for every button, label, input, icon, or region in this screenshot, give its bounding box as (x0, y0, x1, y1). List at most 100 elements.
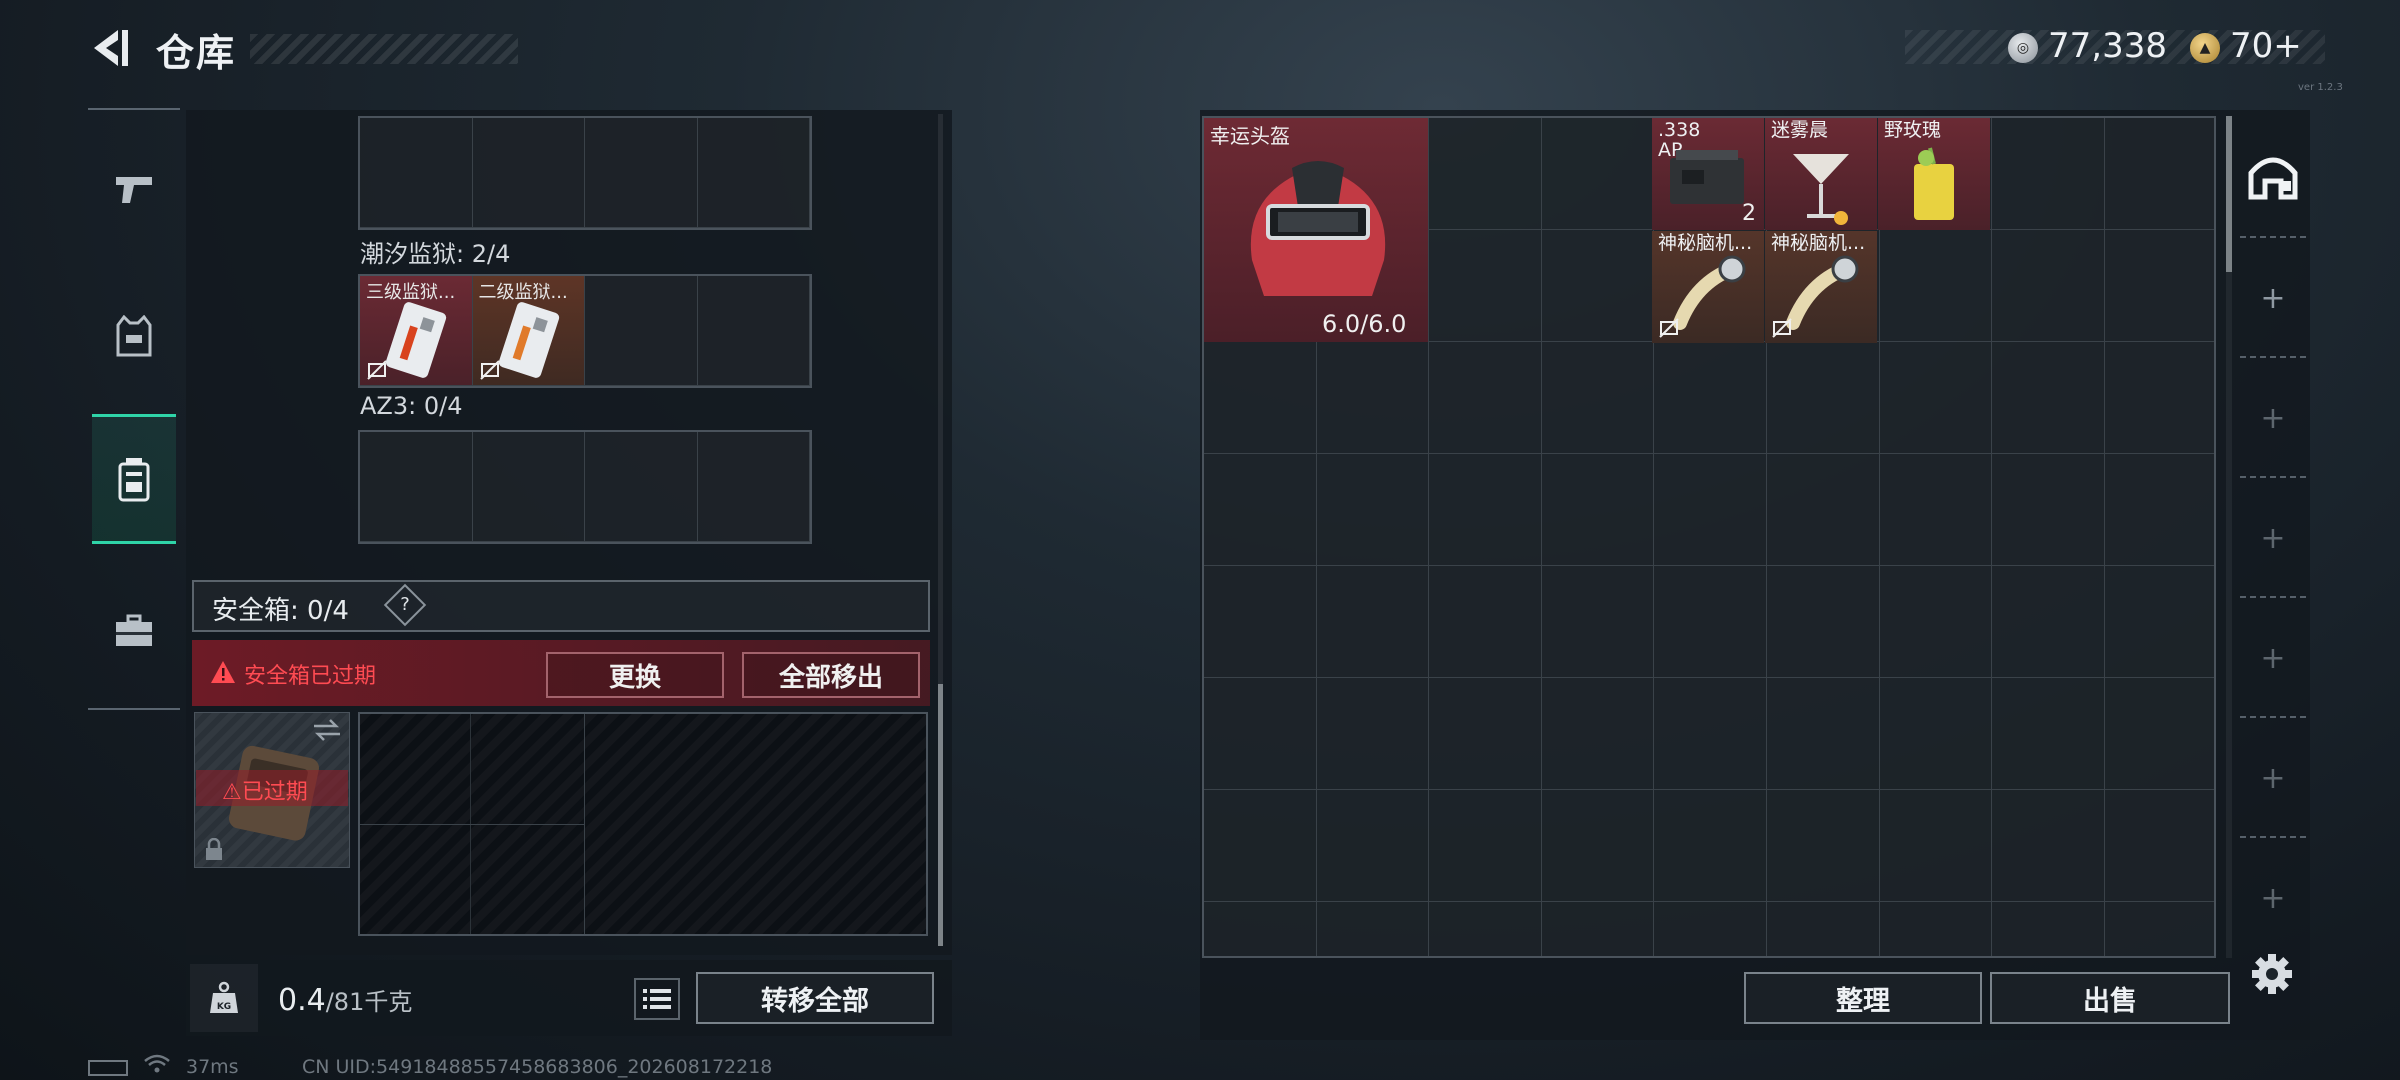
grid-slot[interactable] (1542, 902, 1655, 956)
grid-slot[interactable] (1204, 342, 1317, 454)
grid-slot[interactable] (1541, 342, 1655, 454)
grid-slot[interactable] (1992, 902, 2105, 956)
grid-slot[interactable] (1429, 454, 1542, 566)
grid-slot[interactable] (360, 432, 473, 542)
grid-slot[interactable] (1541, 566, 1655, 678)
grid-slot[interactable] (1316, 678, 1430, 790)
grid-slot[interactable] (1541, 230, 1655, 342)
stash-tab-add-2[interactable]: + (2236, 358, 2310, 478)
item-338-ap-ammo[interactable]: .338 AP 2 (1652, 118, 1764, 230)
right-scrollbar-thumb[interactable] (2226, 116, 2232, 272)
grid-slot[interactable] (1992, 454, 2105, 566)
grid-slot[interactable] (585, 118, 698, 228)
swap-icon[interactable] (312, 718, 342, 742)
item-keycard-level2[interactable]: 二级监狱... (472, 276, 585, 386)
sell-button[interactable]: 出售 (1990, 972, 2230, 1024)
grid-slot[interactable] (585, 276, 698, 386)
grid-slot[interactable] (2104, 118, 2214, 230)
grid-slot[interactable] (1992, 118, 2105, 230)
grid-slot[interactable] (1316, 342, 1430, 454)
grid-slot[interactable] (1541, 790, 1655, 902)
grid-slot[interactable] (1766, 566, 1880, 678)
grid-slot[interactable] (1766, 678, 1880, 790)
grid-slot[interactable] (1316, 566, 1430, 678)
grid-slot[interactable] (1204, 678, 1317, 790)
item-mystery-brain-chip-1[interactable]: 神秘脑机... (1652, 231, 1764, 343)
grid-slot[interactable] (585, 432, 698, 542)
nav-toolbox[interactable] (92, 566, 176, 696)
grid-slot[interactable] (1766, 342, 1880, 454)
grid-slot[interactable] (1317, 902, 1430, 956)
grid-slot[interactable] (2104, 678, 2214, 790)
grid-slot[interactable] (1204, 790, 1317, 902)
nav-armor[interactable] (92, 272, 176, 402)
grid-slot[interactable] (1316, 454, 1430, 566)
grid-slot[interactable] (1879, 454, 1993, 566)
back-arrow-icon[interactable] (88, 26, 132, 70)
grid-slot[interactable] (1879, 790, 1993, 902)
grid-slot[interactable] (1654, 790, 1767, 902)
stash-tab-add-3[interactable]: + (2236, 478, 2310, 598)
grid-slot[interactable] (472, 118, 585, 228)
item-mist-morning[interactable]: 迷雾晨 (1765, 118, 1877, 230)
grid-slot[interactable] (1767, 902, 1880, 956)
grid-slot[interactable] (2104, 230, 2214, 342)
grid-slot[interactable] (2104, 566, 2214, 678)
grid-slot[interactable] (1992, 678, 2105, 790)
grid-slot[interactable] (1541, 454, 1655, 566)
grid-slot[interactable] (1316, 790, 1430, 902)
grid-slot[interactable] (697, 432, 810, 542)
grid-slot[interactable] (1654, 454, 1767, 566)
item-wild-rose[interactable]: 野玫瑰 (1878, 118, 1990, 230)
replace-button[interactable]: 更换 (546, 652, 724, 698)
gear-icon[interactable] (2250, 952, 2294, 996)
grid-slot[interactable] (1429, 118, 1542, 230)
grid-slot[interactable] (1879, 566, 1993, 678)
grid-slot[interactable] (1992, 790, 2105, 902)
nav-weapons[interactable] (92, 124, 176, 254)
move-all-out-button[interactable]: 全部移出 (742, 652, 920, 698)
grid-slot[interactable] (472, 432, 585, 542)
gold-currency-amount[interactable]: 70+ (2230, 26, 2302, 66)
grid-slot[interactable] (1429, 566, 1542, 678)
stash-tab-add-5[interactable]: + (2236, 718, 2310, 838)
grid-slot[interactable] (1992, 230, 2105, 342)
grid-slot[interactable] (1654, 678, 1767, 790)
stash-tab-add-1[interactable]: + (2236, 238, 2310, 358)
grid-slot[interactable] (1541, 118, 1655, 230)
grid-slot[interactable] (1541, 678, 1655, 790)
grid-slot[interactable] (1880, 902, 1993, 956)
list-view-button[interactable] (634, 978, 680, 1020)
grid-slot[interactable] (1654, 342, 1767, 454)
item-keycard-level3[interactable]: 三级监狱... (360, 276, 473, 386)
grid-slot[interactable] (1992, 342, 2105, 454)
grid-slot[interactable] (2104, 342, 2214, 454)
grid-slot[interactable] (1429, 342, 1542, 454)
grid-slot[interactable] (1204, 566, 1317, 678)
grid-slot[interactable] (1879, 678, 1993, 790)
grid-slot[interactable] (2104, 454, 2214, 566)
grid-slot[interactable] (1429, 902, 1542, 956)
grid-slot[interactable] (697, 276, 810, 386)
grid-slot[interactable] (1879, 342, 1993, 454)
grid-slot[interactable] (1766, 790, 1880, 902)
nav-backpack[interactable] (92, 414, 176, 544)
grid-slot[interactable] (1654, 902, 1767, 956)
grid-slot[interactable] (2105, 902, 2214, 956)
stash-tab-add-6[interactable]: + (2236, 838, 2310, 958)
grid-slot[interactable] (1654, 566, 1767, 678)
transfer-all-button[interactable]: 转移全部 (696, 972, 934, 1024)
grid-slot[interactable] (1429, 790, 1542, 902)
grid-slot[interactable] (1766, 454, 1880, 566)
grid-slot[interactable] (2104, 790, 2214, 902)
grid-slot[interactable] (1429, 678, 1542, 790)
stash-tab-home[interactable] (2236, 116, 2310, 236)
left-scrollbar-thumb[interactable] (938, 684, 943, 946)
sort-button[interactable]: 整理 (1744, 972, 1982, 1024)
grid-slot[interactable] (1879, 230, 1993, 342)
grid-slot[interactable] (1429, 230, 1542, 342)
grid-slot[interactable] (1992, 566, 2105, 678)
grid-slot[interactable] (360, 118, 473, 228)
item-mystery-brain-chip-2[interactable]: 神秘脑机... (1765, 231, 1877, 343)
grid-slot[interactable] (697, 118, 810, 228)
